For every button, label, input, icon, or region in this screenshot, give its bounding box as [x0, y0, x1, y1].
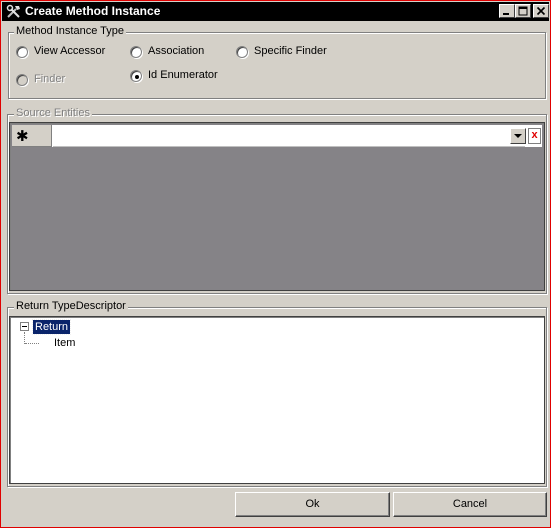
title-bar[interactable]: Create Method Instance — [2, 2, 549, 21]
radio-label: View Accessor — [34, 45, 106, 57]
radio-circle — [236, 46, 248, 58]
window-title: Create Method Instance — [25, 4, 161, 18]
ok-button[interactable]: Ok — [235, 492, 390, 517]
radio-circle — [130, 70, 142, 82]
source-entities-legend: Source Entities — [14, 107, 92, 119]
radio-circle — [16, 46, 28, 58]
radio-selected-dot — [135, 75, 139, 79]
radio-label: Association — [148, 45, 205, 57]
method-instance-type-group — [8, 32, 546, 99]
entity-combo-dropdown-button[interactable] — [510, 128, 526, 144]
maximize-button[interactable] — [515, 4, 531, 18]
chevron-down-icon — [514, 134, 522, 138]
create-method-instance-dialog: Create Method Instance Method Instance T… — [0, 0, 551, 528]
hammer-wrench-icon — [6, 4, 22, 19]
delete-row-button[interactable]: x — [528, 128, 541, 144]
return-type-descriptor-legend: Return TypeDescriptor — [14, 300, 128, 312]
source-entities-grid[interactable]: ✱ x — [9, 122, 545, 291]
minimize-button[interactable] — [499, 4, 515, 18]
close-button[interactable] — [533, 4, 549, 18]
row-header[interactable]: ✱ — [12, 125, 52, 147]
maximize-icon — [518, 6, 528, 16]
new-row-star-icon: ✱ — [16, 128, 29, 145]
new-entity-row[interactable]: ✱ x — [12, 125, 542, 147]
tree-connector — [25, 343, 39, 344]
radio-label: Finder — [34, 73, 66, 85]
tree-node-item[interactable]: Item — [54, 336, 75, 350]
collapse-toggle-icon[interactable] — [20, 322, 29, 331]
cancel-button[interactable]: Cancel — [393, 492, 547, 517]
radio-circle — [16, 74, 28, 86]
radio-label: Specific Finder — [254, 45, 327, 57]
method-instance-type-legend: Method Instance Type — [14, 25, 127, 37]
minimize-icon — [503, 13, 509, 15]
entity-combo-field[interactable] — [53, 125, 525, 147]
close-icon — [536, 6, 546, 16]
tree-node-return[interactable]: Return — [31, 319, 72, 335]
radio-label: Id Enumerator — [148, 69, 218, 81]
return-type-tree[interactable]: Return Item — [9, 316, 545, 484]
radio-circle — [130, 46, 142, 58]
